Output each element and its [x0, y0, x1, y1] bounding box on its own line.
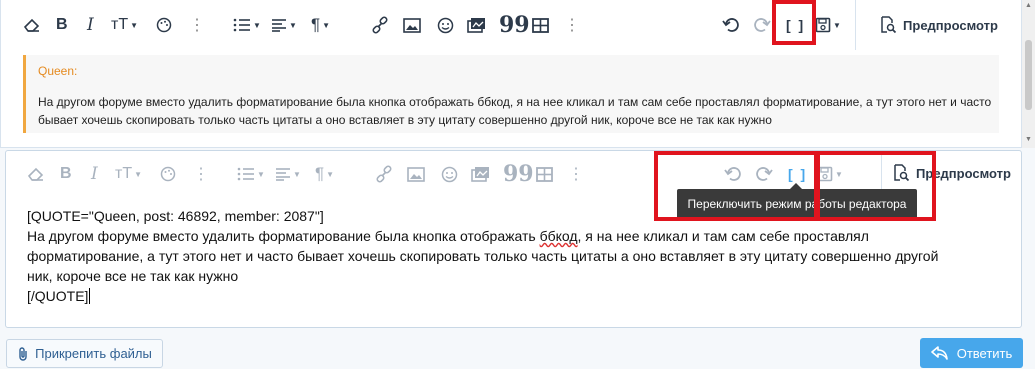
- text-segment: [/QUOTE]: [27, 288, 89, 304]
- bold-icon[interactable]: B: [60, 163, 72, 185]
- media-icon[interactable]: [471, 163, 490, 185]
- media-icon[interactable]: [467, 14, 486, 36]
- image-icon[interactable]: [407, 163, 425, 185]
- palette-icon[interactable]: [156, 14, 172, 36]
- attach-label: Прикрепить файлы: [35, 346, 152, 361]
- highlight-box: [772, 0, 816, 45]
- reply-icon: [930, 346, 948, 360]
- table-icon[interactable]: [536, 163, 553, 185]
- preview-button[interactable]: Предпросмотр: [855, 0, 1021, 50]
- text-segment: , я на нее кликал и там сам себе простав…: [577, 228, 869, 244]
- italic-icon[interactable]: I: [91, 163, 98, 185]
- italic-icon[interactable]: I: [87, 14, 94, 36]
- link-icon[interactable]: [375, 163, 393, 185]
- more-vertical-icon[interactable]: ⋮: [564, 14, 580, 36]
- align-icon[interactable]: ▼: [271, 14, 297, 36]
- palette-icon[interactable]: [160, 163, 176, 185]
- undo-icon[interactable]: [722, 14, 740, 36]
- text-line: форматирование, а тут этого нет и часто …: [27, 248, 939, 264]
- paperclip-icon: [19, 346, 27, 361]
- text-line: На другом форуме вместо удалить форматир…: [27, 226, 1007, 246]
- quote-icon[interactable]: 99: [503, 161, 534, 187]
- eraser-icon[interactable]: [23, 14, 41, 36]
- preview-search-icon: [881, 16, 897, 34]
- list-icon[interactable]: ▼: [237, 163, 265, 185]
- redo-icon[interactable]: [753, 14, 771, 36]
- link-icon[interactable]: [371, 14, 389, 36]
- paragraph-icon[interactable]: ¶ ▼: [315, 163, 334, 185]
- bbcode-textarea[interactable]: [QUOTE="Queen, post: 46892, member: 2087…: [27, 206, 1007, 306]
- top-editor-toolbar: B I тТ ▼ ⋮ ▼ ▼ ¶ ▼ 99 ⋮ [] ▼ Предпросмо…: [1, 0, 1021, 50]
- quote-author: Queen:: [38, 64, 78, 78]
- highlight-box: [654, 151, 820, 221]
- align-icon[interactable]: ▼: [275, 163, 301, 185]
- table-icon[interactable]: [532, 14, 549, 36]
- scroll-up-icon[interactable]: ▲: [1025, 2, 1032, 9]
- misspelled-word[interactable]: ббкод: [540, 228, 578, 244]
- image-icon[interactable]: [403, 14, 421, 36]
- bold-icon[interactable]: B: [56, 14, 68, 36]
- list-icon[interactable]: ▼: [233, 14, 261, 36]
- reply-label: Ответить: [956, 345, 1013, 361]
- font-size-icon[interactable]: тТ ▼: [111, 14, 138, 36]
- scrollbar-thumb[interactable]: [1025, 40, 1032, 110]
- top-editor: B I тТ ▼ ⋮ ▼ ▼ ¶ ▼ 99 ⋮ [] ▼ Предпросмо…: [0, 0, 1022, 148]
- text-segment: На другом форуме вместо удалить форматир…: [27, 228, 540, 244]
- more-vertical-icon[interactable]: ⋮: [189, 14, 205, 36]
- text-cursor: [89, 288, 91, 304]
- quote-icon[interactable]: 99: [499, 12, 530, 38]
- more-vertical-icon[interactable]: ⋮: [568, 163, 584, 185]
- reply-button[interactable]: Ответить: [920, 338, 1023, 368]
- editor-page: B I тТ ▼ ⋮ ▼ ▼ ¶ ▼ 99 ⋮ [] ▼ Предпросмо…: [0, 0, 1035, 369]
- text-line: [/QUOTE]: [27, 286, 1007, 306]
- quote-block: Queen: На другом форуме вместо удалить ф…: [23, 55, 999, 133]
- attach-files-button[interactable]: Прикрепить файлы: [6, 339, 163, 368]
- font-size-icon[interactable]: тТ ▼: [115, 163, 142, 185]
- smiley-icon[interactable]: [441, 163, 458, 185]
- save-draft-icon[interactable]: ▼: [815, 14, 841, 36]
- highlight-box: [814, 151, 936, 221]
- preview-label: Предпросмотр: [903, 17, 998, 33]
- quote-text: На другом форуме вместо удалить форматир…: [38, 95, 992, 127]
- paragraph-icon[interactable]: ¶ ▼: [311, 14, 330, 36]
- more-vertical-icon[interactable]: ⋮: [193, 163, 209, 185]
- text-line: ник, короче все не так как нужно: [27, 268, 239, 284]
- smiley-icon[interactable]: [437, 14, 454, 36]
- scrollbar[interactable]: ▲ ▼: [1022, 0, 1035, 148]
- eraser-icon[interactable]: [27, 163, 45, 185]
- scroll-down-icon[interactable]: ▼: [1025, 136, 1032, 143]
